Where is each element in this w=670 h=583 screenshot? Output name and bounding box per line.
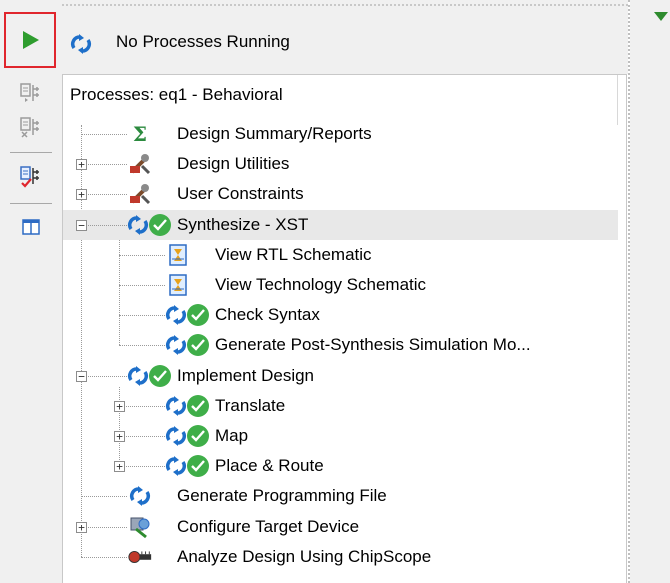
process-status-bar: No Processes Running (62, 12, 628, 74)
rerun-button[interactable] (7, 78, 55, 108)
stop-button[interactable] (7, 160, 55, 192)
tree-connector (81, 224, 127, 226)
expand-icon[interactable]: + (76, 159, 87, 171)
tree-connector (81, 194, 127, 196)
refresh-check-icon (127, 212, 173, 238)
collapse-icon[interactable]: − (76, 370, 87, 382)
processes-panel: Processes: eq1 - Behavioral Σ Design Summ… (62, 74, 627, 583)
refresh-check-icon (165, 453, 211, 479)
expand-icon[interactable]: + (114, 400, 125, 412)
collapse-triangle-icon[interactable] (654, 12, 668, 21)
tree-connector (119, 285, 165, 286)
tree-connector (81, 134, 127, 135)
run-button[interactable] (4, 12, 56, 68)
rerun-icon (20, 83, 39, 102)
expand-icon[interactable]: + (114, 431, 125, 442)
right-panel-strip (630, 0, 670, 583)
rerun-all-icon (20, 117, 39, 138)
schematic-icon (165, 242, 191, 268)
tools-icon (127, 151, 153, 177)
process-tree-item[interactable]: Configure Target Device (177, 517, 359, 537)
refresh-check-icon (165, 332, 211, 358)
tree-connector (119, 436, 165, 437)
tree-connector (119, 405, 165, 407)
chipscope-icon (127, 544, 153, 570)
vertical-splitter[interactable] (628, 0, 630, 583)
process-tree-item[interactable]: Generate Post-Synthesis Simulation Mo... (215, 335, 531, 355)
process-tree-item[interactable]: Place & Route (215, 456, 324, 476)
process-tree-item[interactable]: User Constraints (177, 184, 304, 204)
process-tree-item[interactable]: Implement Design (177, 366, 314, 386)
process-tree-item[interactable]: Translate (215, 396, 285, 416)
process-tree-item[interactable]: View RTL Schematic (215, 245, 372, 265)
refresh-check-icon (165, 393, 211, 419)
sigma-icon: Σ (132, 122, 148, 146)
view-button[interactable] (7, 212, 55, 242)
process-tree-item[interactable]: Check Syntax (215, 305, 320, 325)
refresh-check-icon (127, 363, 173, 389)
toolbar-separator (10, 203, 52, 204)
collapse-icon[interactable]: − (76, 219, 87, 231)
tree-connector (81, 375, 127, 377)
tree-guide-line (119, 235, 120, 346)
panel-title: Processes: eq1 - Behavioral (70, 85, 283, 104)
expand-icon[interactable]: + (76, 521, 87, 533)
refresh-icon (70, 34, 92, 59)
rerun-all-button[interactable] (7, 112, 55, 142)
play-icon (23, 31, 39, 49)
refresh-icon (127, 483, 153, 509)
status-text: No Processes Running (116, 32, 290, 51)
tree-connector (119, 254, 165, 256)
schematic-icon (165, 272, 191, 298)
tree-connector (81, 164, 127, 166)
tree-connector (81, 556, 127, 558)
tree-connector (81, 526, 127, 528)
process-toolbar (0, 0, 62, 583)
process-tree-item[interactable]: View Technology Schematic (215, 275, 426, 295)
expand-icon[interactable]: + (76, 189, 87, 201)
process-tree-item[interactable]: Design Summary/Reports (177, 124, 372, 144)
top-splitter[interactable] (62, 0, 628, 12)
process-tree-item[interactable]: Synthesize - XST (177, 215, 308, 235)
stop-icon (20, 166, 39, 188)
device-icon (127, 514, 153, 540)
process-tree-item[interactable]: Analyze Design Using ChipScope (177, 547, 431, 567)
tree-connector (81, 496, 127, 498)
tools-icon (127, 181, 153, 207)
tree-guide-line (119, 386, 120, 467)
tree-connector (119, 466, 165, 468)
refresh-check-icon (165, 302, 211, 328)
process-tree-item[interactable]: Map (215, 426, 248, 446)
process-tree-item[interactable]: Generate Programming File (177, 486, 387, 506)
scrollbar[interactable] (617, 75, 626, 125)
toolbar-separator (10, 152, 52, 153)
expand-icon[interactable]: + (114, 461, 125, 473)
refresh-check-icon (165, 423, 211, 449)
tree-connector (119, 345, 165, 347)
process-tree-item[interactable]: Design Utilities (177, 154, 289, 174)
window-icon (22, 219, 40, 235)
tree-connector (119, 315, 165, 317)
